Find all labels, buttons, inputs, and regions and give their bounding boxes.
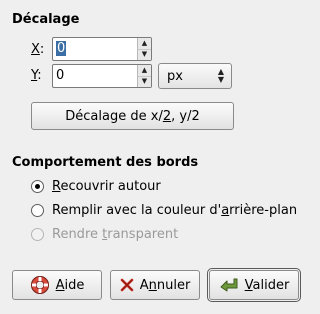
radio-wrap-indicator[interactable] bbox=[31, 180, 44, 193]
x-increment-arrow-icon[interactable]: ▲ bbox=[138, 38, 151, 50]
y-increment-arrow-icon[interactable]: ▲ bbox=[138, 65, 151, 77]
radio-fill-mnemonic: a bbox=[221, 203, 230, 218]
y-offset-spinbutton[interactable]: 0 ▲ ▼ bbox=[52, 64, 152, 88]
x-offset-input[interactable]: 0 bbox=[56, 38, 137, 60]
y-offset-steppers: ▲ ▼ bbox=[137, 65, 151, 87]
offset-dialog: Décalage X: 0 ▲ ▼ Y: 0 ▲ ▼ px ▲ ▼ Décalag… bbox=[0, 0, 311, 314]
x-label-colon: : bbox=[39, 42, 45, 57]
radio-selected-dot bbox=[35, 184, 40, 189]
x-decrement-arrow-icon[interactable]: ▼ bbox=[138, 50, 151, 61]
radio-fill-background[interactable]: Remplir avec la couleur d'arrière-plan bbox=[31, 203, 297, 218]
ok-mnemonic: V bbox=[244, 277, 253, 293]
cancel-label-pre: A bbox=[139, 277, 149, 293]
cancel-label: Annuler bbox=[140, 278, 191, 293]
help-mnemonic: A bbox=[55, 277, 65, 293]
radio-fill-label-post: rrière-plan bbox=[229, 203, 298, 218]
offset-half-mnemonic: 2 bbox=[162, 108, 172, 124]
offset-section-title: Décalage bbox=[12, 12, 80, 27]
x-offset-value: 0 bbox=[56, 41, 67, 56]
help-label-rest: ide bbox=[64, 277, 85, 293]
cancel-mnemonic: n bbox=[148, 277, 157, 293]
x-label-mnemonic: X bbox=[31, 42, 40, 57]
y-decrement-arrow-icon[interactable]: ▼ bbox=[138, 77, 151, 88]
radio-fill-label: Remplir avec la couleur d'arrière-plan bbox=[52, 203, 297, 218]
radio-fill-indicator[interactable] bbox=[31, 204, 44, 217]
offset-half-button[interactable]: Décalage de x/2, y/2 bbox=[31, 102, 234, 130]
radio-wrap-label: Recouvrir autour bbox=[52, 179, 161, 194]
x-offset-spinbutton[interactable]: 0 ▲ ▼ bbox=[52, 37, 152, 61]
combo-updown-arrows-icon: ▲ ▼ bbox=[217, 67, 225, 84]
y-offset-input[interactable]: 0 bbox=[53, 65, 137, 87]
cancel-button[interactable]: Annuler bbox=[110, 270, 200, 300]
unit-selector[interactable]: px ▲ ▼ bbox=[158, 63, 232, 89]
y-label: Y: bbox=[31, 68, 42, 84]
radio-transparent-label-pre: Rendre bbox=[52, 227, 103, 242]
unit-value: px bbox=[167, 68, 183, 84]
radio-make-transparent: Rendre transparent bbox=[31, 227, 178, 242]
radio-transparent-label-post: ransparent bbox=[107, 227, 179, 242]
y-label-colon: : bbox=[37, 68, 42, 83]
radio-transparent-label: Rendre transparent bbox=[52, 227, 178, 242]
ok-label-rest: alider bbox=[252, 277, 290, 293]
help-label: Aide bbox=[56, 278, 85, 293]
radio-fill-label-pre: Remplir avec la couleur d' bbox=[52, 203, 222, 218]
x-label: X: bbox=[31, 42, 44, 58]
cancel-x-icon bbox=[120, 275, 134, 295]
lifebuoy-icon bbox=[30, 275, 50, 295]
validate-arrow-icon bbox=[219, 275, 239, 295]
radio-wrap-label-post: ecouvrir autour bbox=[60, 179, 161, 194]
offset-half-prefix: Décalage de x/ bbox=[65, 108, 163, 124]
cancel-label-rest: nuler bbox=[156, 277, 191, 293]
ok-label: Valider bbox=[245, 278, 290, 293]
x-offset-steppers: ▲ ▼ bbox=[137, 38, 151, 60]
radio-wrap-around[interactable]: Recouvrir autour bbox=[31, 179, 161, 194]
help-button[interactable]: Aide bbox=[12, 270, 102, 300]
offset-half-suffix: , y/2 bbox=[171, 108, 200, 124]
radio-transparent-indicator bbox=[31, 228, 44, 241]
offset-half-label: Décalage de x/2, y/2 bbox=[65, 109, 199, 124]
edge-behavior-title: Comportement des bords bbox=[12, 155, 199, 170]
ok-button[interactable]: Valider bbox=[207, 268, 301, 302]
